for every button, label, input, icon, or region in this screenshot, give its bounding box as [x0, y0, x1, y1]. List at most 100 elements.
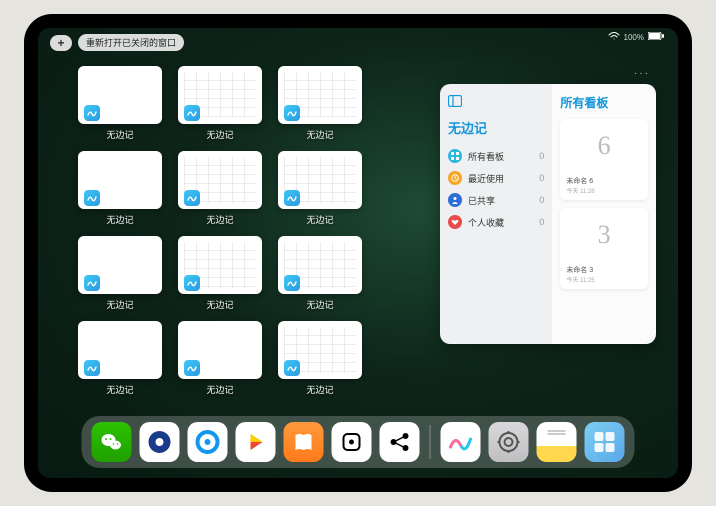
board-preview: 3: [560, 208, 648, 262]
heart-icon: [448, 215, 462, 229]
window-label: 无边记: [106, 298, 133, 311]
plus-icon: +: [57, 36, 64, 50]
dock-app-browser[interactable]: [140, 422, 180, 462]
window-item[interactable]: 无边记: [178, 66, 262, 141]
window-item[interactable]: 无边记: [78, 66, 162, 141]
board-time: 今天 11:28: [566, 186, 642, 195]
freeform-icon: [184, 360, 200, 376]
freeform-icon: [284, 275, 300, 291]
window-label: 无边记: [206, 298, 233, 311]
status-bar: 100%: [608, 32, 664, 42]
window-item[interactable]: 无边记: [78, 321, 162, 396]
freeform-icon: [284, 360, 300, 376]
window-thumbnail: [178, 66, 262, 124]
item-label: 已共享: [468, 194, 495, 207]
ipad-frame: 100% + 重新打开已关闭的窗口 无边记: [24, 14, 692, 492]
item-count: 0: [539, 195, 544, 205]
window-item[interactable]: 无边记: [78, 236, 162, 311]
window-item[interactable]: 无边记: [178, 236, 262, 311]
freeform-icon: [284, 190, 300, 206]
window-thumbnail: [78, 151, 162, 209]
more-button[interactable]: ···: [634, 68, 650, 79]
item-label: 最近使用: [468, 172, 504, 185]
window-item[interactable]: 无边记: [278, 321, 362, 396]
more-icon: ···: [634, 68, 650, 79]
panel-sidebar: 无边记 所有看板 0 最近使用: [440, 84, 552, 344]
item-label: 个人收藏: [468, 216, 504, 229]
dock-app-connect[interactable]: [380, 422, 420, 462]
window-thumbnail: [178, 151, 262, 209]
board-card[interactable]: 6 未命名 6 今天 11:28: [560, 119, 648, 200]
freeform-icon: [84, 275, 100, 291]
window-label: 无边记: [106, 213, 133, 226]
battery-text: 100%: [624, 33, 644, 42]
dock-app-library[interactable]: [585, 422, 625, 462]
item-count: 0: [539, 151, 544, 161]
sidebar-item-favorites[interactable]: 个人收藏 0: [448, 211, 544, 233]
dock-app-freeform[interactable]: [441, 422, 481, 462]
window-grid: 无边记 无边记 无边记 无边记: [78, 66, 458, 396]
reopen-closed-window-button[interactable]: 重新打开已关闭的窗口: [78, 34, 184, 51]
window-thumbnail: [78, 321, 162, 379]
window-item[interactable]: 无边记: [278, 151, 362, 226]
window-thumbnail: [278, 236, 362, 294]
window-thumbnail: [278, 66, 362, 124]
grid-icon: [448, 149, 462, 163]
window-label: 无边记: [306, 128, 333, 141]
window-thumbnail: [78, 66, 162, 124]
freeform-panel[interactable]: 无边记 所有看板 0 最近使用: [440, 84, 656, 344]
item-label: 所有看板: [468, 150, 504, 163]
window-label: 无边记: [106, 128, 133, 141]
window-label: 无边记: [306, 298, 333, 311]
window-thumbnail: [278, 321, 362, 379]
window-thumbnail: [278, 151, 362, 209]
window-item[interactable]: 无边记: [178, 321, 262, 396]
freeform-icon: [184, 275, 200, 291]
battery-icon: [648, 32, 664, 42]
sidebar-item-recent[interactable]: 最近使用 0: [448, 167, 544, 189]
window-item[interactable]: 无边记: [178, 151, 262, 226]
window-item[interactable]: 无边记: [78, 151, 162, 226]
clock-icon: [448, 171, 462, 185]
item-count: 0: [539, 173, 544, 183]
window-label: 无边记: [206, 213, 233, 226]
dock-app-settings[interactable]: [489, 422, 529, 462]
dock-app-wechat[interactable]: [92, 422, 132, 462]
freeform-icon: [84, 105, 100, 121]
window-label: 无边记: [106, 383, 133, 396]
window-label: 无边记: [306, 383, 333, 396]
window-label: 无边记: [306, 213, 333, 226]
window-thumbnail: [178, 321, 262, 379]
freeform-icon: [84, 360, 100, 376]
reopen-label: 重新打开已关闭的窗口: [86, 38, 176, 48]
screen: 100% + 重新打开已关闭的窗口 无边记: [38, 28, 678, 478]
sidebar-item-all-boards[interactable]: 所有看板 0: [448, 145, 544, 167]
board-preview: 6: [560, 119, 648, 173]
dock-app-qqbrowser[interactable]: [188, 422, 228, 462]
panel-left-title: 无边记: [448, 118, 544, 137]
new-window-button[interactable]: +: [50, 35, 72, 51]
dock-app-video[interactable]: [236, 422, 276, 462]
sidebar-toggle-icon[interactable]: [448, 94, 462, 112]
item-count: 0: [539, 217, 544, 227]
freeform-icon: [84, 190, 100, 206]
freeform-icon: [284, 105, 300, 121]
window-item[interactable]: 无边记: [278, 66, 362, 141]
dock: [82, 416, 635, 468]
board-name: 未命名 3: [566, 265, 642, 275]
wifi-icon: [608, 32, 620, 42]
person-icon: [448, 193, 462, 207]
panel-right-title: 所有看板: [560, 94, 648, 111]
board-card[interactable]: 3 未命名 3 今天 11:25: [560, 208, 648, 289]
sidebar-item-shared[interactable]: 已共享 0: [448, 189, 544, 211]
dock-app-notes[interactable]: [537, 422, 577, 462]
board-time: 今天 11:25: [566, 275, 642, 284]
dock-app-books[interactable]: [284, 422, 324, 462]
window-thumbnail: [78, 236, 162, 294]
dock-app-game[interactable]: [332, 422, 372, 462]
freeform-icon: [184, 105, 200, 121]
window-item[interactable]: 无边记: [278, 236, 362, 311]
freeform-icon: [184, 190, 200, 206]
window-label: 无边记: [206, 383, 233, 396]
window-label: 无边记: [206, 128, 233, 141]
